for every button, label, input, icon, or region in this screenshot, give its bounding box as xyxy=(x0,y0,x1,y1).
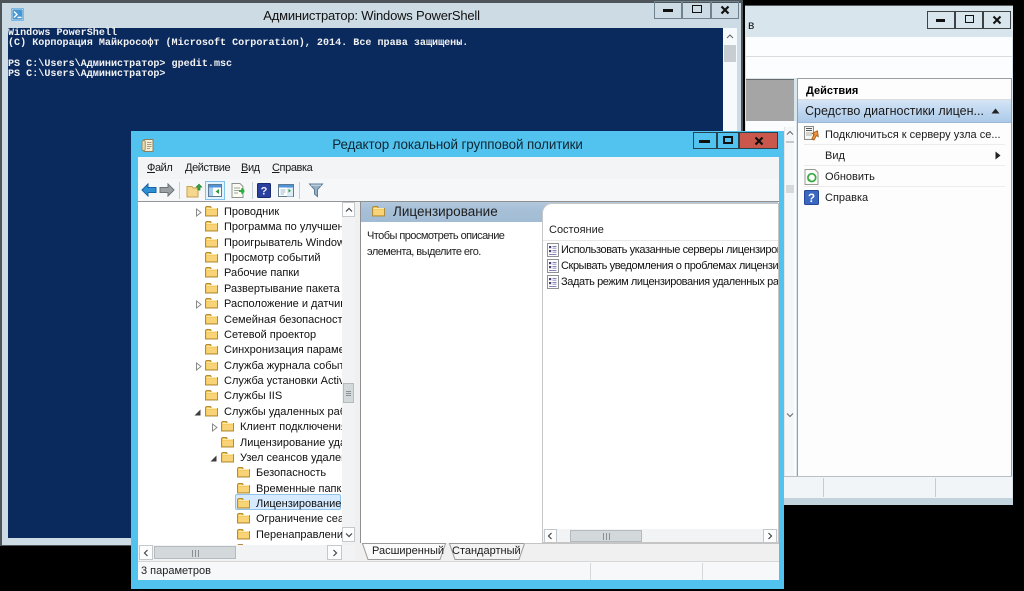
svg-text:?: ? xyxy=(261,186,268,198)
svg-text:?: ? xyxy=(808,193,815,205)
